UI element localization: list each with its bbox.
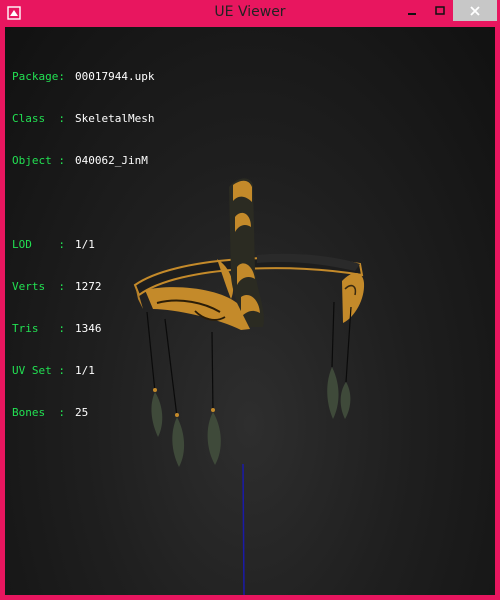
maximize-button[interactable]: [426, 0, 453, 21]
3d-viewport[interactable]: Package: 00017944.upk Class : SkeletalMe…: [5, 27, 495, 595]
title-bar[interactable]: UE Viewer: [0, 0, 500, 26]
feather-pendants: [151, 367, 351, 467]
minimize-icon: [408, 12, 416, 15]
minimize-button[interactable]: [398, 0, 426, 21]
app-window: UE Viewer Package: 00017944.upk Class :: [0, 0, 500, 600]
skeletal-mesh-render: [133, 178, 365, 595]
close-button[interactable]: [453, 0, 497, 21]
close-icon: [470, 5, 480, 16]
maximize-icon: [434, 5, 445, 15]
axis-line: [242, 463, 245, 595]
